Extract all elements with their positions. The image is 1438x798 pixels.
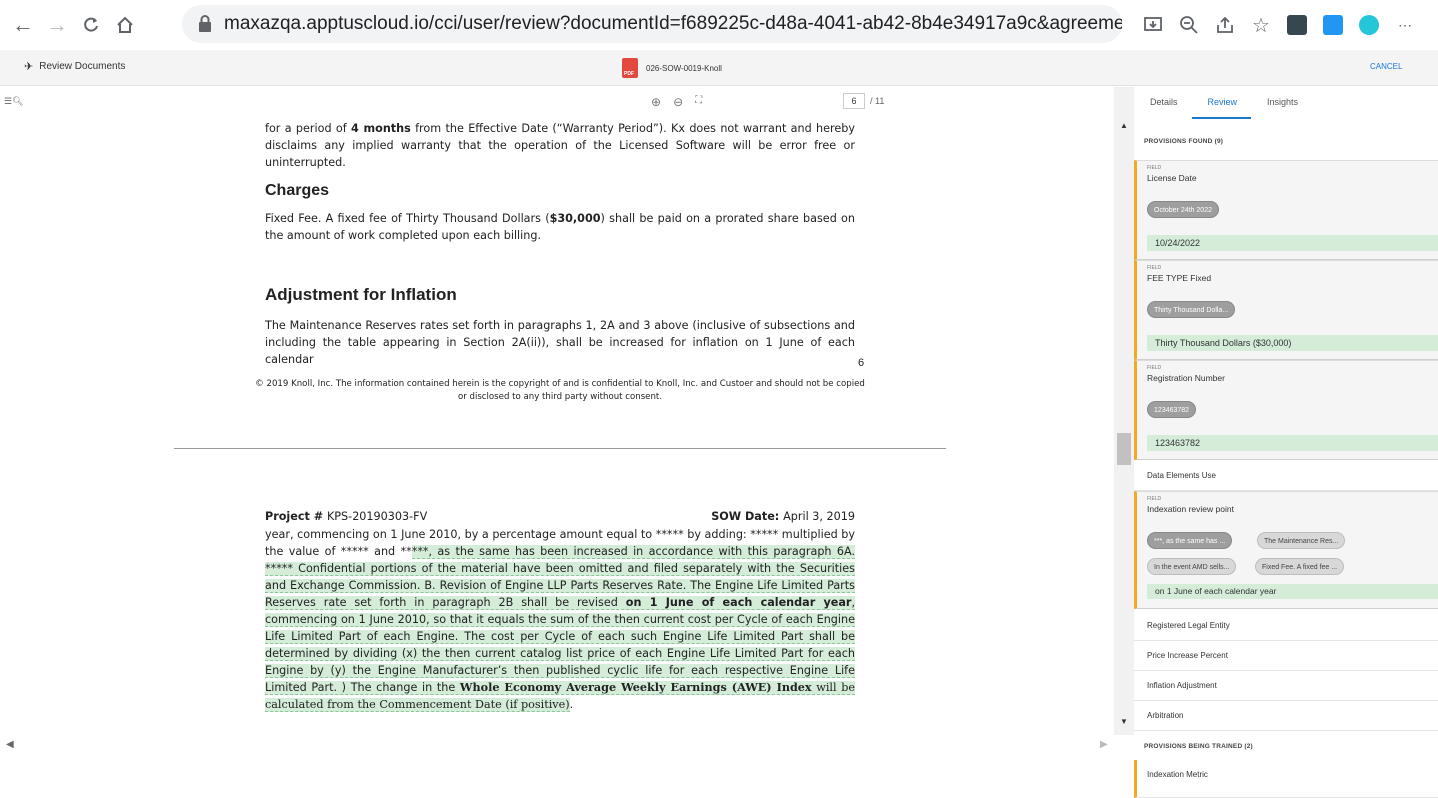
fit-screen-icon[interactable]: ⛶ xyxy=(695,95,702,109)
scroll-down-arrow-icon[interactable]: ▼ xyxy=(1120,717,1128,726)
copyright-footer: © 2019 Knoll, Inc. The information conta… xyxy=(255,379,865,402)
forward-arrow-icon[interactable]: → xyxy=(42,10,72,40)
extracted-chip[interactable]: In the event AMD sells... xyxy=(1147,558,1237,575)
data-elements-use-row[interactable]: Data Elements Use xyxy=(1134,461,1438,491)
extracted-chip[interactable]: ***, as the same has ... xyxy=(1147,532,1233,549)
project-header-line: Project # KPS-20190303-FV SOW Date: Apri… xyxy=(265,510,855,523)
tab-insights[interactable]: Insights xyxy=(1251,87,1312,119)
provision-row-price-increase-percent[interactable]: Price Increase Percent xyxy=(1134,641,1438,671)
provision-value[interactable]: 10/24/2022 xyxy=(1147,235,1438,251)
provision-name: License Date xyxy=(1147,173,1197,183)
lock-icon xyxy=(198,15,212,33)
provision-value[interactable]: 123463782 xyxy=(1147,435,1438,451)
warranty-paragraph: for a period of 4 months from the Effect… xyxy=(265,122,855,169)
address-bar[interactable]: maxazqa.apptuscloud.io/cci/user/review?d… xyxy=(182,5,1122,43)
review-documents-label: Review Documents xyxy=(39,61,126,72)
inflation-heading: Adjustment for Inflation xyxy=(265,285,457,304)
scroll-left-arrow-icon[interactable]: ◀ xyxy=(6,739,14,750)
browser-toolbar: ← → maxazqa.apptuscloud.io/cci/user/revi… xyxy=(0,0,1438,50)
provision-name: Indexation review point xyxy=(1147,504,1234,514)
cancel-button[interactable]: CANCEL xyxy=(1370,62,1402,71)
scroll-right-arrow-icon[interactable]: ▶ xyxy=(1100,739,1108,750)
page-total: / 11 xyxy=(870,96,885,106)
share-icon[interactable] xyxy=(1210,10,1240,40)
extracted-chip[interactable]: The Maintenance Res... xyxy=(1257,532,1346,549)
panel-tabs: Details Review Insights xyxy=(1134,87,1438,119)
outline-search-icon[interactable]: ☰🔍︎ xyxy=(4,96,24,107)
url-text: maxazqa.apptuscloud.io/cci/user/review?d… xyxy=(224,13,1122,34)
document-title: PDF 026-SOW-0019-Knoll xyxy=(622,58,722,78)
provision-card-license-date[interactable]: FIELD License Date October 24th 2022 10/… xyxy=(1134,160,1438,260)
home-icon[interactable] xyxy=(110,10,140,40)
provision-name: FEE TYPE Fixed xyxy=(1147,273,1212,283)
provision-row-inflation-adjustment[interactable]: Inflation Adjustment xyxy=(1134,671,1438,701)
field-tag: FIELD xyxy=(1147,365,1162,371)
scroll-up-arrow-icon[interactable]: ▲ xyxy=(1120,121,1128,130)
provision-row-registered-legal-entity[interactable]: Registered Legal Entity xyxy=(1134,611,1438,641)
tab-details[interactable]: Details xyxy=(1134,87,1192,119)
extracted-chip[interactable]: Fixed Fee. A fixed fee ... xyxy=(1255,558,1345,575)
provision-card-fee-type[interactable]: FIELD FEE TYPE Fixed Thirty Thousand Dol… xyxy=(1134,260,1438,360)
vertical-scrollbar[interactable]: ▲ ▼ xyxy=(1114,87,1134,735)
page-number: 6 xyxy=(858,357,865,369)
rocket-icon: ✈ xyxy=(24,61,34,73)
document-name: 026-SOW-0019-Knoll xyxy=(646,63,722,73)
review-documents-link[interactable]: ✈ Review Documents xyxy=(24,60,125,73)
reader-extension-icon[interactable] xyxy=(1318,10,1348,40)
extracted-chip[interactable]: Thirty Thousand Dolla... xyxy=(1147,301,1236,318)
reload-icon[interactable] xyxy=(76,10,106,40)
provision-name: Registration Number xyxy=(1147,373,1225,383)
document-viewer: ☰🔍︎ ⊕ ⊖ ⛶ 6 / 11 for a period of 4 month… xyxy=(0,87,1114,735)
trained-row-indexation-metric[interactable]: Indexation Metric xyxy=(1134,760,1438,798)
provision-value[interactable]: on 1 June of each calendar year xyxy=(1147,584,1438,599)
bookmark-star-icon[interactable]: ☆ xyxy=(1246,10,1276,40)
field-tag: FIELD xyxy=(1147,265,1162,271)
horizontal-scrollbar[interactable]: ◀ ▶ xyxy=(0,735,1114,757)
indexation-paragraph: year, commencing on 1 June 2010, by a pe… xyxy=(265,528,856,712)
provision-card-indexation[interactable]: FIELD Indexation review point ***, as th… xyxy=(1134,491,1438,609)
charges-paragraph: Fixed Fee. A fixed fee of Thirty Thousan… xyxy=(265,212,855,242)
back-arrow-icon[interactable]: ← xyxy=(8,10,38,40)
install-app-icon[interactable] xyxy=(1138,10,1168,40)
provisions-found-heading: PROVISIONS FOUND (9) xyxy=(1144,138,1224,145)
more-extension-icon[interactable]: ⋯ xyxy=(1390,10,1420,40)
tab-review[interactable]: Review xyxy=(1191,87,1252,119)
field-tag: FIELD xyxy=(1147,496,1162,502)
charges-heading: Charges xyxy=(265,182,330,199)
provision-value[interactable]: Thirty Thousand Dollars ($30,000) xyxy=(1147,335,1438,351)
inflation-paragraph: The Maintenance Reserves rates set forth… xyxy=(265,319,855,366)
zoom-out-icon[interactable]: ⊖ xyxy=(673,95,683,109)
review-panel: Details Review Insights PROVISIONS FOUND… xyxy=(1134,87,1438,798)
highlighted-clause[interactable]: ***, as the same has been increased in a… xyxy=(265,545,856,712)
extension-icon[interactable] xyxy=(1282,10,1312,40)
page-number-input[interactable]: 6 xyxy=(843,93,865,109)
provision-row-arbitration[interactable]: Arbitration xyxy=(1134,701,1438,731)
app-header: ✈ Review Documents PDF 026-SOW-0019-Knol… xyxy=(0,50,1438,86)
extracted-chip[interactable]: October 24th 2022 xyxy=(1147,201,1219,218)
provision-card-registration-number[interactable]: FIELD Registration Number 123463782 1234… xyxy=(1134,360,1438,460)
scrollbar-thumb[interactable] xyxy=(1117,433,1131,465)
pdf-icon: PDF xyxy=(622,58,638,78)
extracted-chip[interactable]: 123463782 xyxy=(1147,401,1197,418)
field-tag: FIELD xyxy=(1147,165,1162,171)
zoom-icon[interactable] xyxy=(1174,10,1204,40)
viewer-tools: ⊕ ⊖ ⛶ xyxy=(651,95,702,109)
zoom-in-icon[interactable]: ⊕ xyxy=(651,95,661,109)
provisions-being-trained-heading: PROVISIONS BEING TRAINED (2) xyxy=(1144,743,1253,750)
network-extension-icon[interactable] xyxy=(1354,10,1384,40)
page-divider xyxy=(174,448,946,449)
